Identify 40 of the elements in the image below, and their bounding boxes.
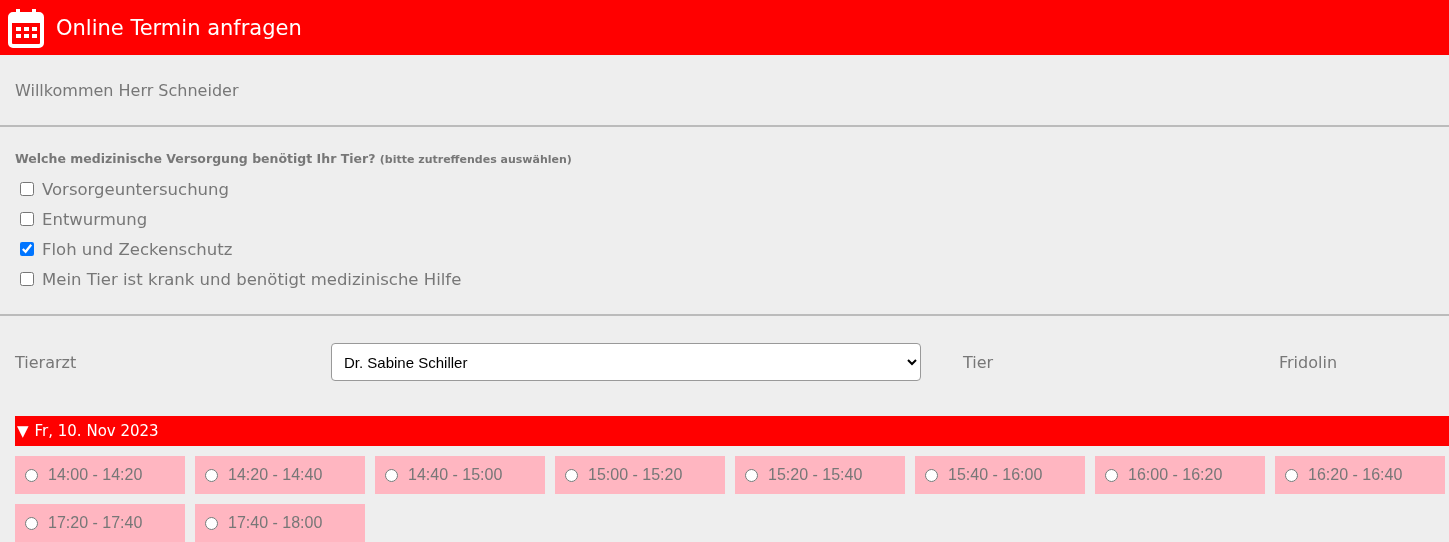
- time-slot[interactable]: 14:00 - 14:20: [15, 456, 185, 494]
- question-text: Welche medizinische Versorgung benötigt Ihr Tier?: [15, 151, 376, 166]
- field-label: Tier: [963, 352, 995, 372]
- option-label: Mein Tier ist krank und benötigt medizinische Hilfe: [42, 269, 462, 289]
- radio-button[interactable]: [565, 468, 578, 482]
- time-slot[interactable]: 16:00 - 16:20: [1095, 456, 1265, 494]
- time-slot[interactable]: 14:40 - 15:00: [375, 456, 545, 494]
- radio-button[interactable]: [745, 468, 758, 482]
- time-slot[interactable]: 17:40 - 18:00: [195, 504, 365, 542]
- welcome-text: Willkommen Herr Schneider: [0, 55, 1449, 127]
- time-slot[interactable]: 15:20 - 15:40: [735, 456, 905, 494]
- checkbox[interactable]: [20, 182, 34, 196]
- time-slot[interactable]: 14:20 - 14:40: [195, 456, 365, 494]
- radio-button[interactable]: [25, 516, 38, 530]
- hint-text: (bitte zutreffendes auswählen): [379, 153, 572, 166]
- page-title: Online Termin anfragen: [56, 15, 302, 40]
- time-slot[interactable]: 17:20 - 17:40: [15, 504, 185, 542]
- checkbox[interactable]: [20, 242, 34, 256]
- calendar-icon: [8, 7, 44, 48]
- field-label: Tierarzt: [15, 352, 78, 372]
- option-label: Floh und Zeckenschutz: [42, 239, 233, 259]
- date-text: Fr, 10. Nov 2023: [34, 422, 159, 440]
- radio-button[interactable]: [205, 516, 218, 530]
- radio-button[interactable]: [205, 468, 218, 482]
- radio-button[interactable]: [1105, 468, 1118, 482]
- time-slot[interactable]: 15:00 - 15:20: [555, 456, 725, 494]
- option-label: Vorsorgeuntersuchung: [42, 179, 229, 199]
- option-label: Entwurmung: [42, 209, 148, 229]
- time-slot[interactable]: 15:40 - 16:00: [915, 456, 1085, 494]
- radio-button[interactable]: [385, 468, 398, 482]
- day-bar[interactable]: ▼ Fr, 10. Nov 2023: [15, 416, 1449, 446]
- radio-button[interactable]: [1285, 468, 1298, 482]
- checkbox[interactable]: [20, 272, 34, 286]
- toggle-arrow[interactable]: ▼: [17, 422, 29, 440]
- vet-select[interactable]: Dr. Sabine Schiller: [331, 343, 921, 381]
- radio-button[interactable]: [925, 468, 938, 482]
- time-slot[interactable]: 16:20 - 16:40: [1275, 456, 1445, 494]
- radio-button[interactable]: [25, 468, 38, 482]
- animal-name: Fridolin: [1279, 352, 1338, 372]
- checkbox[interactable]: [20, 212, 34, 226]
